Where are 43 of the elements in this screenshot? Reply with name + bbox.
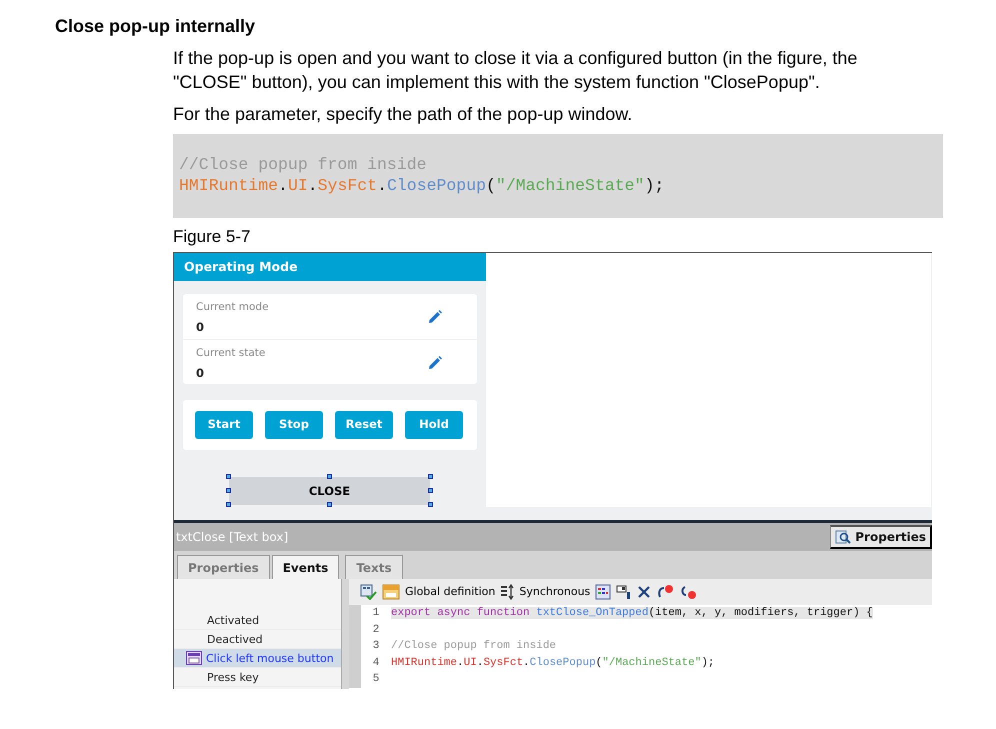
field-value: 0 [196, 364, 206, 382]
popup-title: Operating Mode [174, 253, 486, 281]
field-value: 0 [196, 318, 206, 336]
properties-button[interactable]: Properties [830, 525, 932, 549]
script-icon [382, 584, 400, 600]
scrollbar[interactable] [341, 579, 349, 689]
sort-icon [500, 584, 514, 600]
event-item[interactable]: Click left mouse button [174, 649, 341, 668]
toolbar-label: Synchronous [519, 584, 590, 600]
redo-icon [679, 584, 698, 600]
line-number: 2 [372, 622, 380, 638]
pencil-icon[interactable] [428, 356, 442, 370]
inspector-tab[interactable]: Properties [177, 555, 270, 579]
popup-button[interactable]: Hold [405, 411, 463, 439]
figure-caption: Figure 5-7 [173, 226, 252, 248]
section-heading: Close pop-up internally [55, 15, 256, 38]
pencil-icon[interactable] [428, 310, 442, 324]
code-line: //Close popup from inside [391, 640, 556, 652]
inspector-tab[interactable]: Events [272, 555, 340, 579]
window-icon [616, 584, 632, 600]
code-block: //Close popup from inside HMIRuntime.UI.SysFct.ClosePopup("/MachineState"); [173, 134, 943, 218]
toolbar-label: Global definition [405, 584, 496, 600]
line-number: 1 [372, 606, 380, 621]
inspector-tab[interactable]: Texts [345, 555, 403, 579]
field-label: Current state [196, 346, 266, 361]
paragraph: If the pop-up is open and you want to close it via a configured button (in the figure, the "CLOSE" button), you can implement this with the system function "ClosePopup". [173, 47, 858, 94]
undo-icon [656, 584, 674, 600]
script-icon [186, 651, 202, 665]
inspector-title: txtClose [Text box] [176, 529, 288, 546]
grid-icon [595, 584, 612, 600]
line-number: 4 [372, 656, 380, 670]
popup-button[interactable]: Reset [335, 411, 393, 439]
paragraph: For the parameter, specify the path of the pop-up window. [173, 103, 634, 126]
popup-button[interactable]: Start [195, 411, 253, 439]
magnifier-icon [835, 530, 852, 544]
field-label: Current mode [196, 300, 269, 315]
checklist-icon [359, 584, 377, 600]
line-number: 5 [372, 672, 380, 687]
popup-button[interactable]: Stop [265, 411, 323, 439]
code-line: HMIRuntime.UI.SysFct.ClosePopup("/MachineState"); [391, 656, 715, 668]
line-number: 3 [372, 639, 380, 654]
close-icon [637, 585, 652, 599]
close-textbox[interactable]: CLOSE [229, 477, 430, 505]
